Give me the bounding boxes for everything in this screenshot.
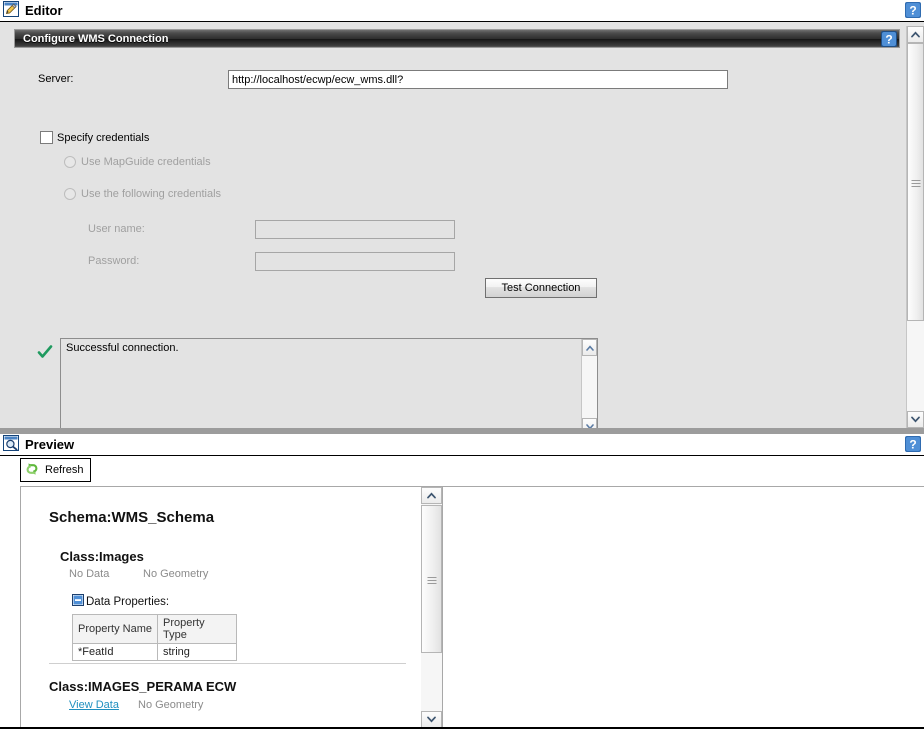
editor-scroll-grip [911,178,920,189]
preview-detail-pane [443,487,924,728]
class-images-title: Class:Images [60,549,144,564]
schema-scroll-grip [427,575,436,586]
result-box-scrollbar[interactable] [581,339,597,435]
server-input[interactable] [228,70,728,89]
username-input[interactable] [255,220,455,239]
result-scroll-track[interactable] [582,356,597,418]
specify-credentials-checkbox[interactable] [40,131,53,144]
refresh-button-label: Refresh [45,464,84,476]
password-input[interactable] [255,252,455,271]
view-data-link[interactable]: View Data [69,699,119,711]
collapse-minus-icon[interactable] [72,594,84,609]
specify-credentials-label: Specify credentials [57,132,150,144]
schema-scroll-up-button[interactable] [421,487,442,504]
schema-scroll-thumb[interactable] [421,505,442,653]
test-connection-button[interactable]: Test Connection [485,278,597,298]
preview-toolbar: Refresh [20,458,924,484]
data-properties-label: Data Properties: [86,596,170,608]
connection-result-box: Successful connection. [60,338,598,436]
editor-body: Configure WMS Connection ? Server: Speci… [0,22,924,436]
preview-title: Preview [25,437,75,452]
column-header-property-name: Property Name [72,614,158,644]
column-header-property-type: Property Type [157,614,237,644]
class-images-data-link: No Data [69,568,110,580]
application-window: Editor ? Configure WMS Connection ? Serv… [0,0,924,729]
help-question-icon-editor[interactable]: ? [905,2,921,18]
preview-panel-header: Preview ? [0,434,924,456]
table-header-row: Property Name Property Type [72,614,237,644]
use-following-credentials-label: Use the following credentials [81,188,222,200]
cell-property-name: *FeatId [72,643,158,661]
use-mapguide-credentials-radio[interactable] [64,156,76,168]
help-question-icon-group[interactable]: ? [881,31,897,47]
schema-scroll-down-button[interactable] [421,711,442,728]
configure-wms-caption-text: Configure WMS Connection [23,32,169,45]
schema-title: Schema:WMS_Schema [49,509,215,526]
class-images-geometry: No Geometry [143,568,209,580]
help-question-icon-preview[interactable]: ? [905,436,921,452]
configure-wms-caption-bar: Configure WMS Connection ? [14,29,900,48]
password-label: Password: [88,255,140,267]
svg-text:?: ? [909,4,916,18]
class-images-perama-title: Class:IMAGES_PERAMA ECW [49,679,237,694]
refresh-arrows-icon [24,461,40,480]
preview-body: Refresh Schema:WMS_Schema Class:Images N… [0,456,924,729]
editor-scroll-down-button[interactable] [907,411,924,428]
schema-document: Schema:WMS_Schema Class:Images No Data N… [21,487,406,728]
use-mapguide-credentials-label: Use MapGuide credentials [81,156,211,168]
green-check-icon [37,344,53,363]
editor-scroll-up-button[interactable] [907,26,924,43]
editor-title: Editor [25,3,63,18]
class-images-perama-geometry: No Geometry [138,699,204,711]
data-properties-table: Property Name Property Type *FeatId stri… [72,614,237,661]
preview-magnifier-icon [3,435,19,454]
schema-vertical-scrollbar[interactable] [421,487,442,728]
section-divider [49,663,406,664]
preview-content-area: Schema:WMS_Schema Class:Images No Data N… [20,486,924,729]
preview-section: Preview ? Refresh Schema:WMS_Schema Clas… [0,434,924,729]
svg-text:?: ? [885,33,892,47]
editor-pencil-icon [3,1,19,20]
username-label: User name: [88,223,145,235]
cell-property-type: string [157,643,237,661]
result-scroll-up-button[interactable] [582,339,597,356]
server-label: Server: [38,73,74,85]
refresh-button[interactable]: Refresh [20,458,91,482]
connection-result-message: Successful connection. [66,342,179,354]
table-row: *FeatId string [72,643,237,661]
editor-section: Editor ? Configure WMS Connection ? Serv… [0,0,924,436]
editor-scroll-thumb[interactable] [907,43,924,321]
editor-vertical-scrollbar[interactable] [906,26,924,428]
svg-text:?: ? [909,438,916,452]
editor-panel-header: Editor ? [0,0,924,22]
use-following-credentials-radio[interactable] [64,188,76,200]
